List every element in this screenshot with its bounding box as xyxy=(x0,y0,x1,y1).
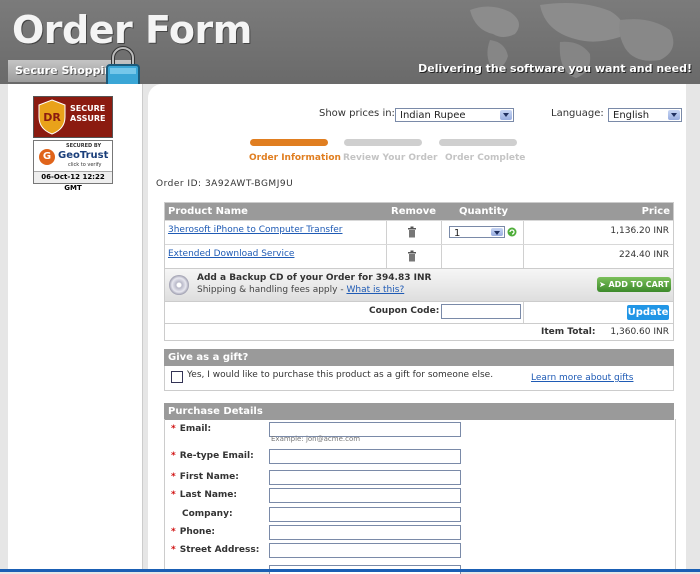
quantity-select[interactable]: 1 xyxy=(449,226,505,239)
geotrust-date: 06-Oct-12 12:22 GMT xyxy=(34,171,112,192)
cart-table: Product Name Remove Quantity Price 3hero… xyxy=(164,202,674,341)
column-header-quantity: Quantity xyxy=(459,206,508,217)
geotrust-logo-icon: G xyxy=(39,149,55,165)
quantity-value: 1 xyxy=(454,228,461,239)
item-price: 224.40 INR xyxy=(619,250,669,260)
backup-subtext: Shipping & handling fees apply - xyxy=(197,285,344,295)
backup-title: Add a Backup CD of your Order for 394.83… xyxy=(197,273,432,283)
item-total-label: Item Total: xyxy=(541,327,596,337)
chevron-right-icon: ➤ xyxy=(598,280,609,289)
first-name-field[interactable] xyxy=(269,470,461,485)
first-name-label: * First Name: xyxy=(171,472,239,482)
order-id-value: 3A92AWT-BGMJ9U xyxy=(204,179,294,189)
coupon-row: Coupon Code: Update xyxy=(165,301,673,323)
email-hint: Example: jon@acme.com xyxy=(271,435,361,443)
order-id: Order ID: 3A92AWT-BGMJ9U xyxy=(156,179,293,189)
what-is-this-link[interactable]: What is this? xyxy=(346,285,404,295)
secure-assure-badge[interactable]: DR SECURE ASSURE xyxy=(33,96,113,138)
badge-assure-text: ASSURE xyxy=(70,114,106,123)
retype-email-label: * Re-type Email: xyxy=(171,451,254,461)
left-sidebar: DR SECURE ASSURE G SECURED BY GeoTrust cl… xyxy=(8,84,143,572)
last-name-field[interactable] xyxy=(269,488,461,503)
shield-icon: DR xyxy=(38,99,66,135)
refresh-icon[interactable] xyxy=(507,227,517,237)
gift-checkbox[interactable] xyxy=(171,371,183,383)
phone-field[interactable] xyxy=(269,525,461,540)
gift-checkbox-label: Yes, I would like to purchase this produ… xyxy=(187,370,494,380)
street-address-field[interactable] xyxy=(269,543,461,558)
item-price: 1,136.20 INR xyxy=(610,226,669,236)
coupon-label: Coupon Code: xyxy=(369,306,440,316)
company-field[interactable] xyxy=(269,507,461,522)
chevron-down-icon xyxy=(668,110,680,120)
product-link[interactable]: Extended Download Service xyxy=(168,249,294,259)
main-panel: Show prices in: Indian Rupee Language: E… xyxy=(148,84,686,574)
learn-more-gifts-link[interactable]: Learn more about gifts xyxy=(531,373,633,383)
column-header-remove: Remove xyxy=(391,206,437,217)
company-label: Company: xyxy=(182,509,233,519)
item-total-value: 1,360.60 INR xyxy=(610,327,669,337)
order-id-label: Order ID: xyxy=(156,179,202,189)
column-header-product: Product Name xyxy=(168,206,248,217)
purchase-details-heading: Purchase Details xyxy=(164,403,674,420)
header-tagline: Delivering the software you want and nee… xyxy=(418,62,692,75)
add-to-cart-button[interactable]: ➤ ADD TO CART xyxy=(597,277,671,292)
purchase-details-form: * Email: Example: jon@acme.com * Re-type E… xyxy=(164,419,676,574)
item-total-row: Item Total: 1,360.60 INR xyxy=(165,323,673,340)
step-bar-review-order xyxy=(344,139,422,146)
step-bar-order-complete xyxy=(439,139,517,146)
cd-icon xyxy=(169,275,189,295)
step-label-order-complete: Order Complete xyxy=(445,153,526,163)
geotrust-click-text: click to verify xyxy=(68,162,102,168)
coupon-input[interactable] xyxy=(441,304,521,319)
cart-table-header: Product Name Remove Quantity Price xyxy=(165,203,673,220)
street-address-label: * Street Address: xyxy=(171,545,260,555)
chevron-down-icon xyxy=(491,228,503,236)
step-label-review-order: Review Your Order xyxy=(343,153,438,163)
currency-select[interactable]: Indian Rupee xyxy=(395,108,514,122)
language-value: English xyxy=(613,110,650,121)
product-link[interactable]: 3herosoft iPhone to Computer Transfer xyxy=(168,225,343,235)
currency-value: Indian Rupee xyxy=(400,110,466,121)
column-header-price: Price xyxy=(641,206,670,217)
prices-label: Show prices in: xyxy=(319,108,395,119)
last-name-label: * Last Name: xyxy=(171,490,238,500)
email-label: * Email: xyxy=(171,424,212,434)
language-select[interactable]: English xyxy=(608,108,682,122)
table-row: Extended Download Service 224.40 INR xyxy=(165,244,673,268)
table-row: 3herosoft iPhone to Computer Transfer 1 … xyxy=(165,220,673,244)
backup-cd-offer: Add a Backup CD of your Order for 394.83… xyxy=(165,268,673,301)
step-bar-order-information xyxy=(250,139,328,146)
geotrust-name: GeoTrust xyxy=(58,150,109,161)
geotrust-badge[interactable]: G SECURED BY GeoTrust click to verify 06… xyxy=(33,140,113,192)
dr-logo-text: DR xyxy=(43,111,61,124)
trash-icon[interactable] xyxy=(407,226,417,238)
gift-section: Yes, I would like to purchase this produ… xyxy=(164,366,674,391)
chevron-down-icon xyxy=(500,110,512,120)
gift-section-heading: Give as a gift? xyxy=(164,349,674,366)
trash-icon[interactable] xyxy=(407,250,417,262)
language-label: Language: xyxy=(551,108,604,119)
badge-secure-text: SECURE xyxy=(70,104,106,113)
geotrust-secured-text: SECURED BY xyxy=(66,143,102,149)
phone-label: * Phone: xyxy=(171,527,216,537)
step-label-order-information: Order Information xyxy=(249,153,341,163)
update-button[interactable]: Update xyxy=(627,305,669,320)
retype-email-field[interactable] xyxy=(269,449,461,464)
